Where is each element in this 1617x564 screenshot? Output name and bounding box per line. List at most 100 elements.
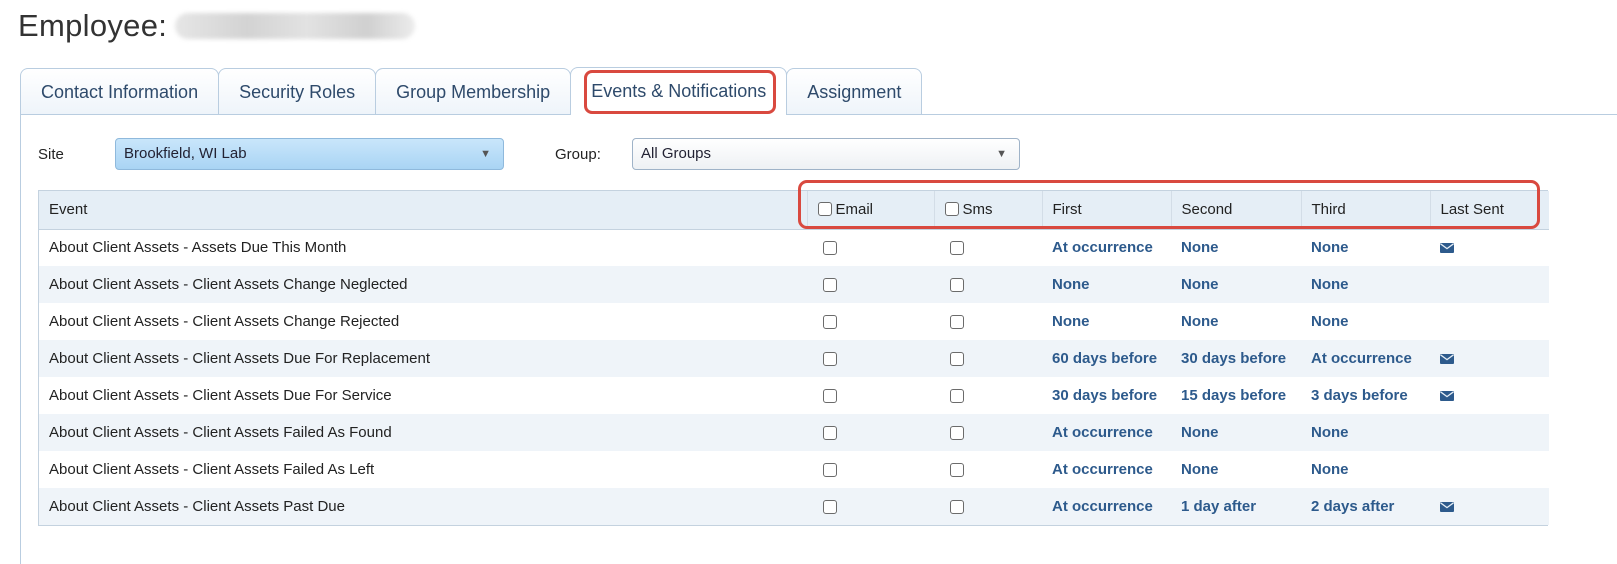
third-notification-link[interactable]: None	[1301, 229, 1430, 266]
last-sent-cell	[1430, 303, 1549, 340]
second-notification-link[interactable]: None	[1171, 266, 1301, 303]
sms-checkbox[interactable]	[950, 463, 964, 478]
tab-highlight-annotation	[584, 70, 777, 114]
table-row[interactable]: About Client Assets - Client Assets Due …	[39, 377, 1549, 414]
sms-cell	[934, 488, 1042, 525]
email-checkbox[interactable]	[823, 241, 837, 256]
tab-contact-information[interactable]: Contact Information	[20, 68, 220, 115]
second-notification-link[interactable]: 1 day after	[1171, 488, 1301, 525]
third-notification-link[interactable]: None	[1301, 414, 1430, 451]
first-notification-link[interactable]: At occurrence	[1042, 414, 1171, 451]
redacted-employee-name	[175, 13, 416, 39]
second-notification-link[interactable]: None	[1171, 451, 1301, 488]
last-sent-column-header[interactable]: Last Sent	[1430, 191, 1549, 230]
third-notification-link[interactable]: None	[1301, 303, 1430, 340]
sms-checkbox[interactable]	[950, 241, 964, 256]
tab-group-membership[interactable]: Group Membership	[375, 68, 572, 115]
table-row[interactable]: About Client Assets - Client Assets Past…	[39, 488, 1549, 525]
email-column-header[interactable]: Email	[807, 191, 935, 230]
third-notification-link[interactable]: None	[1301, 266, 1430, 303]
page-title: Employee:	[18, 8, 416, 44]
sms-cell	[934, 266, 1042, 303]
event-cell: About Client Assets - Client Assets Due …	[39, 377, 807, 414]
sms-checkbox[interactable]	[950, 426, 964, 441]
table-row[interactable]: About Client Assets - Client Assets Chan…	[39, 303, 1549, 340]
tab-bar: Contact Information Security Roles Group…	[20, 67, 923, 115]
second-notification-link[interactable]: None	[1171, 414, 1301, 451]
tab-label: Group Membership	[396, 81, 551, 102]
sms-checkbox[interactable]	[950, 500, 964, 515]
last-sent-cell	[1430, 488, 1549, 525]
sms-column-header[interactable]: Sms	[934, 191, 1043, 230]
third-column-header[interactable]: Third	[1301, 191, 1431, 230]
sms-checkbox[interactable]	[950, 278, 964, 293]
envelope-icon[interactable]	[1440, 502, 1454, 513]
email-checkbox[interactable]	[823, 352, 837, 367]
site-select-value: Brookfield, WI Lab	[124, 145, 247, 162]
site-label: Site	[38, 146, 64, 163]
email-select-all-checkbox[interactable]	[817, 202, 832, 217]
first-notification-link[interactable]: None	[1042, 266, 1171, 303]
email-checkbox[interactable]	[823, 463, 837, 478]
table-row[interactable]: About Client Assets - Client Assets Fail…	[39, 414, 1549, 451]
third-notification-link[interactable]: At occurrence	[1301, 340, 1430, 377]
page-title-text: Employee:	[18, 8, 168, 43]
last-sent-cell	[1430, 377, 1549, 414]
event-cell: About Client Assets - Client Assets Fail…	[39, 451, 807, 488]
table-row[interactable]: About Client Assets - Client Assets Fail…	[39, 451, 1549, 488]
first-notification-link[interactable]: At occurrence	[1042, 229, 1171, 266]
first-notification-link[interactable]: At occurrence	[1042, 451, 1171, 488]
tab-label: Security Roles	[239, 81, 356, 102]
email-cell	[807, 266, 934, 303]
first-notification-link[interactable]: 60 days before	[1042, 340, 1171, 377]
second-notification-link[interactable]: None	[1171, 303, 1301, 340]
first-notification-link[interactable]: 30 days before	[1042, 377, 1171, 414]
envelope-icon[interactable]	[1440, 243, 1454, 254]
second-notification-link[interactable]: 30 days before	[1171, 340, 1301, 377]
group-label: Group:	[555, 146, 601, 163]
third-notification-link[interactable]: None	[1301, 451, 1430, 488]
event-column-header[interactable]: Event	[39, 191, 808, 230]
first-column-header[interactable]: First	[1042, 191, 1172, 230]
third-notification-link[interactable]: 2 days after	[1301, 488, 1430, 525]
group-select-value: All Groups	[641, 145, 712, 162]
event-cell: About Client Assets - Client Assets Chan…	[39, 303, 807, 340]
second-notification-link[interactable]: 15 days before	[1171, 377, 1301, 414]
email-cell	[807, 414, 934, 451]
sms-cell	[934, 229, 1042, 266]
grid-body: About Client Assets - Assets Due This Mo…	[39, 229, 1549, 525]
last-sent-cell	[1430, 229, 1549, 266]
email-checkbox[interactable]	[823, 278, 837, 293]
first-notification-link[interactable]: At occurrence	[1042, 488, 1171, 525]
first-notification-link[interactable]: None	[1042, 303, 1171, 340]
event-cell: About Client Assets - Assets Due This Mo…	[39, 229, 807, 266]
table-row[interactable]: About Client Assets - Client Assets Chan…	[39, 266, 1549, 303]
sms-checkbox[interactable]	[950, 315, 964, 330]
sms-select-all-checkbox[interactable]	[944, 202, 959, 217]
envelope-icon[interactable]	[1440, 354, 1454, 365]
event-cell: About Client Assets - Client Assets Chan…	[39, 266, 807, 303]
tab-events-notifications[interactable]: Events & Notifications	[570, 67, 788, 115]
email-cell	[807, 229, 934, 266]
email-checkbox[interactable]	[823, 500, 837, 515]
table-row[interactable]: About Client Assets - Assets Due This Mo…	[39, 229, 1549, 266]
tab-label: Contact Information	[41, 81, 199, 102]
tab-label: Assignment	[807, 81, 902, 102]
email-cell	[807, 340, 934, 377]
grid-header-row: Event Email Sms First Second Third Last …	[39, 191, 1549, 230]
second-notification-link[interactable]: None	[1171, 229, 1301, 266]
email-checkbox[interactable]	[823, 426, 837, 441]
email-checkbox[interactable]	[823, 315, 837, 330]
group-select[interactable]: All Groups ▼	[632, 138, 1020, 170]
email-checkbox[interactable]	[823, 389, 837, 404]
email-cell	[807, 377, 934, 414]
sms-checkbox[interactable]	[950, 389, 964, 404]
second-column-header[interactable]: Second	[1171, 191, 1302, 230]
sms-checkbox[interactable]	[950, 352, 964, 367]
tab-security-roles[interactable]: Security Roles	[218, 68, 377, 115]
third-notification-link[interactable]: 3 days before	[1301, 377, 1430, 414]
table-row[interactable]: About Client Assets - Client Assets Due …	[39, 340, 1549, 377]
site-select[interactable]: Brookfield, WI Lab ▼	[115, 138, 504, 170]
envelope-icon[interactable]	[1440, 391, 1454, 402]
tab-assignment[interactable]: Assignment	[786, 68, 923, 115]
